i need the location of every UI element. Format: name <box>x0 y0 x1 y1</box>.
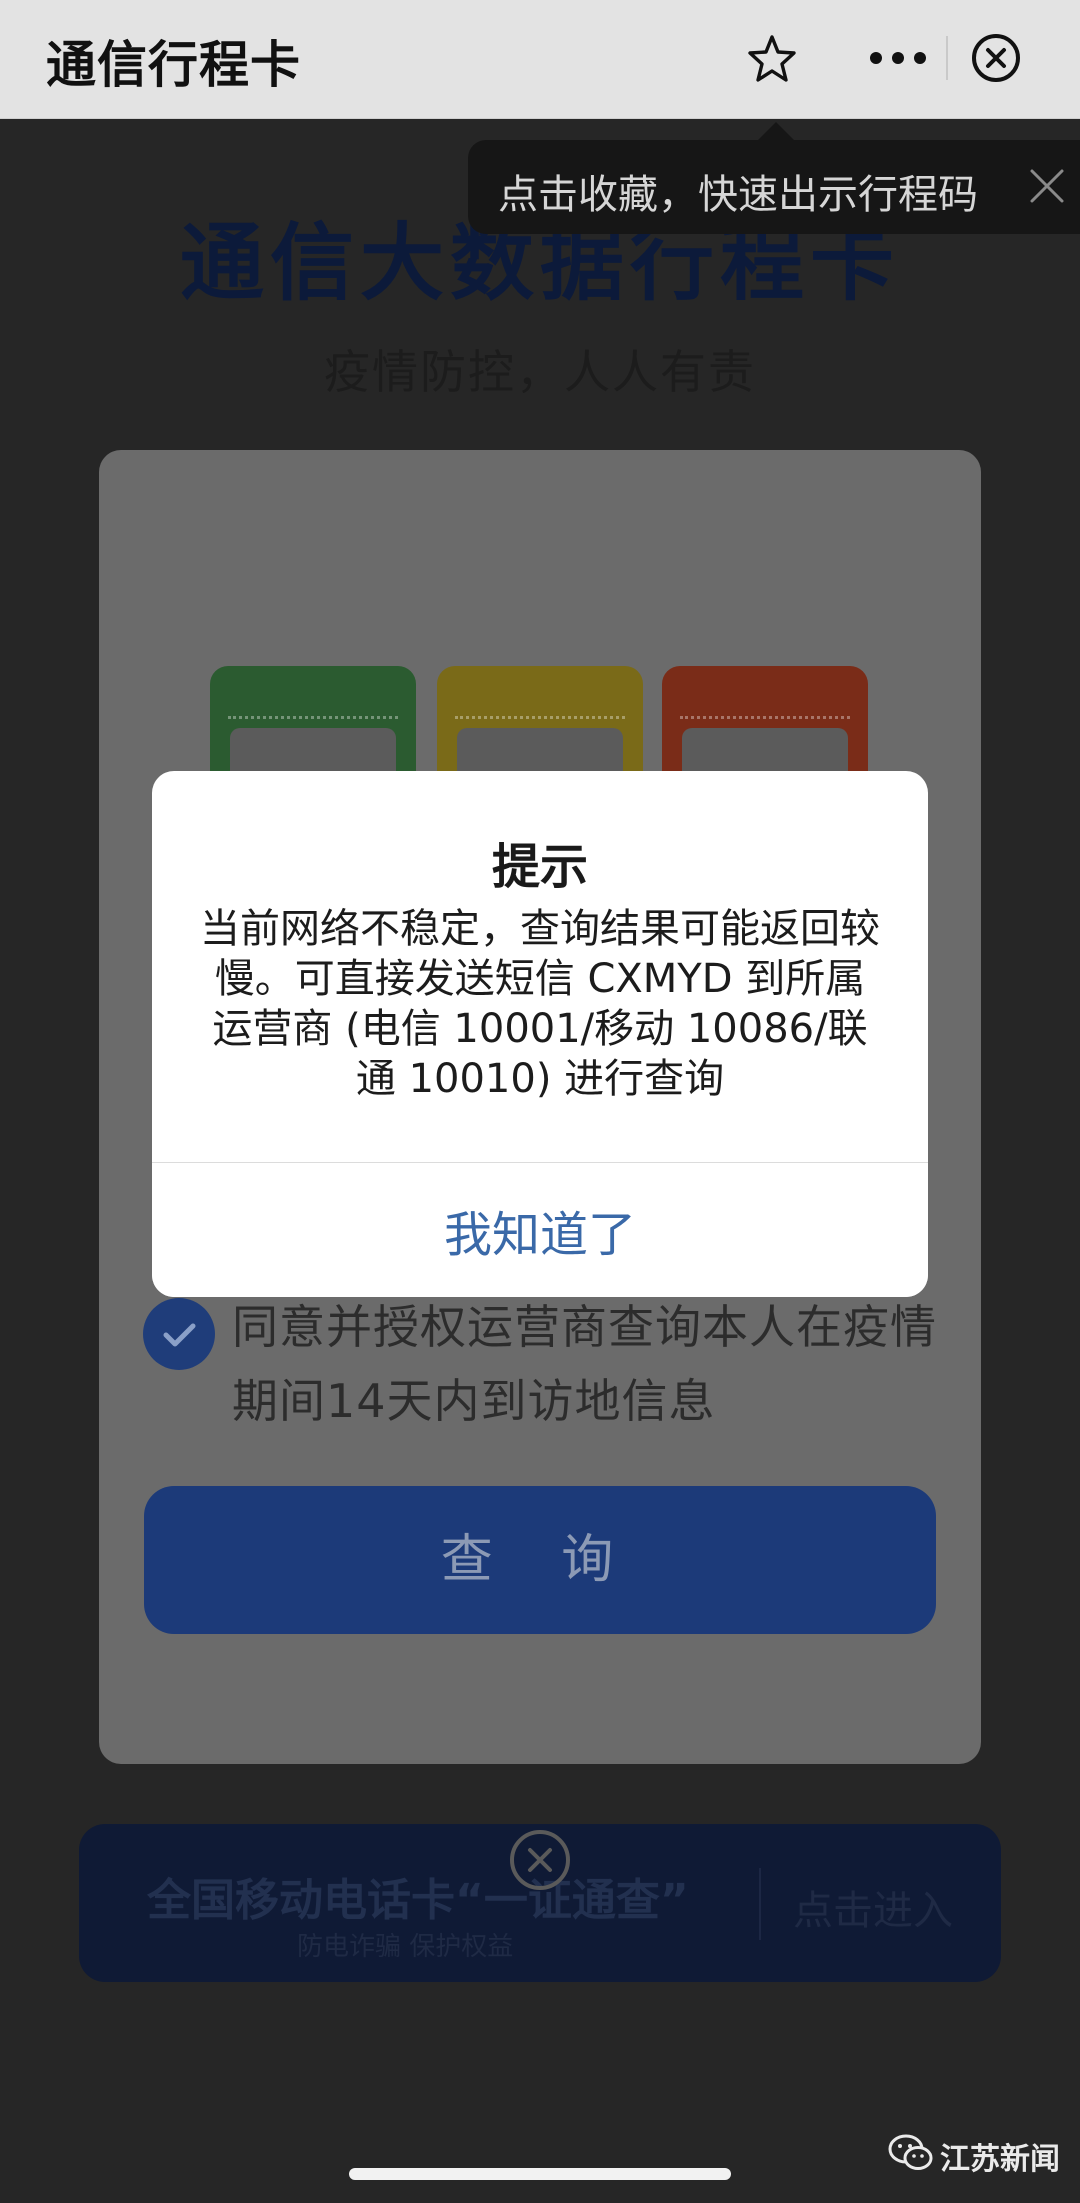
checkmark-icon <box>163 1323 196 1347</box>
top-bar: 通信行程卡 <box>0 0 1080 119</box>
dialog-message: 当前网络不稳定，查询结果可能返回较慢。可直接发送短信 CXMYD 到所属运营商 … <box>200 906 880 1102</box>
close-icon[interactable] <box>970 32 1022 84</box>
wechat-icon <box>888 2134 933 2170</box>
tooltip-close-icon[interactable] <box>1028 167 1066 205</box>
dialog-confirm-button[interactable]: 我知道了 <box>152 1163 928 1297</box>
banner-subtitle: 防电诈骗 保护权益 <box>297 1932 514 1962</box>
topbar-divider <box>946 36 948 80</box>
star-icon[interactable] <box>744 31 800 87</box>
page-title: 通信行程卡 <box>46 36 301 94</box>
banner-enter-link[interactable]: 点击进入 <box>793 1878 953 1936</box>
banner-close-icon[interactable] <box>508 1828 572 1892</box>
tooltip-text: 点击收藏，快速出示行程码 <box>498 172 978 218</box>
favorite-tooltip: 点击收藏，快速出示行程码 <box>468 140 1080 234</box>
tooltip-arrow <box>756 122 796 142</box>
dialog-title: 提示 <box>491 839 588 895</box>
page-subheading: 疫情防控，人人有责 <box>324 345 756 399</box>
alert-dialog: 提示 当前网络不稳定，查询结果可能返回较慢。可直接发送短信 CXMYD 到所属运… <box>152 771 928 1297</box>
watermark-text: 江苏新闻 <box>940 2142 1060 2177</box>
more-icon[interactable] <box>868 50 928 66</box>
home-indicator[interactable] <box>349 2168 731 2180</box>
banner-divider <box>759 1868 761 1940</box>
agree-label: 同意并授权运营商查询本人在疫情期间14天内到访地信息 <box>232 1300 937 1428</box>
agree-checkbox[interactable] <box>143 1298 215 1370</box>
query-button[interactable]: 查 询 <box>144 1486 936 1634</box>
banner-title: 全国移动电话卡“一证通查” <box>147 1875 689 1926</box>
